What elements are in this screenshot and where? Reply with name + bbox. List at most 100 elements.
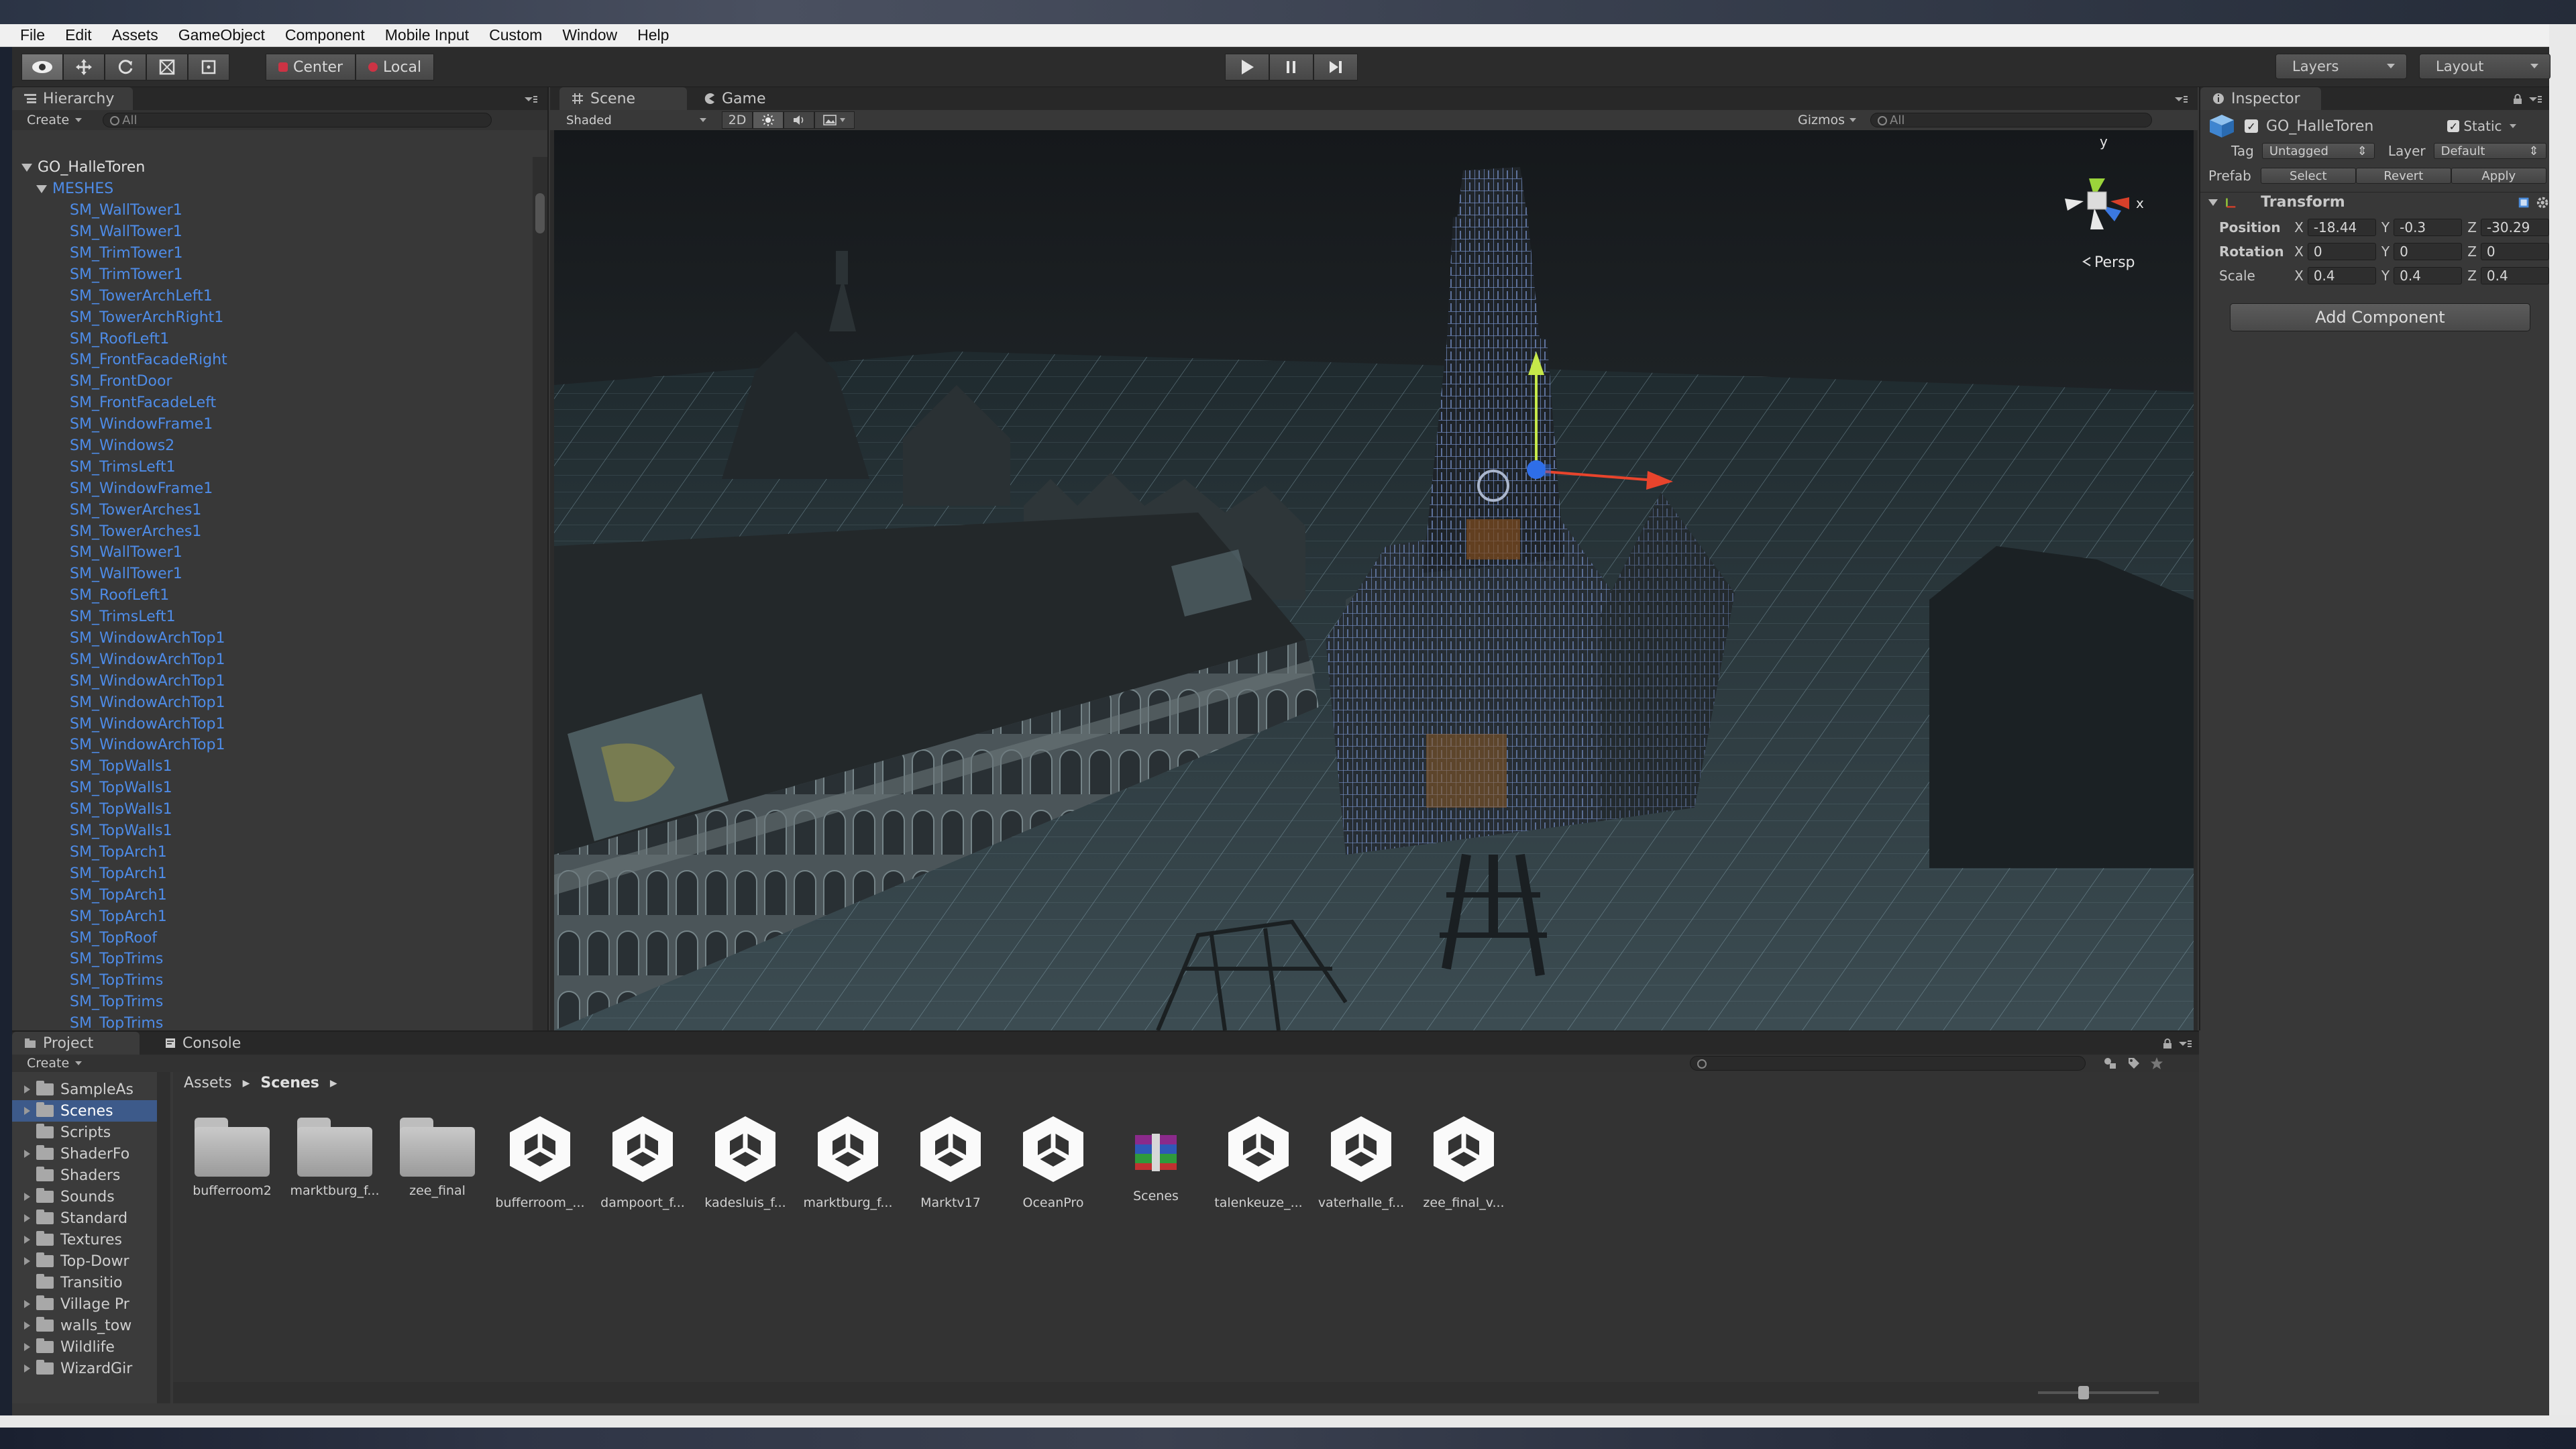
hierarchy-item[interactable]: SM_WallTower1 xyxy=(12,221,535,243)
hierarchy-item[interactable]: SM_TopRoof xyxy=(12,927,535,949)
breadcrumb-scenes[interactable]: Scenes xyxy=(260,1075,319,1091)
expand-triangle-icon[interactable] xyxy=(36,184,47,193)
tree-folder-8[interactable]: Top-Dowr xyxy=(12,1250,165,1272)
hierarchy-item[interactable]: SM_WindowFrame1 xyxy=(12,478,535,499)
tab-scene[interactable]: Scene xyxy=(559,87,687,110)
hierarchy-item[interactable]: SM_TowerArches1 xyxy=(12,499,535,521)
hierarchy-item[interactable]: SM_Windows2 xyxy=(12,435,535,457)
hierarchy-item[interactable]: SM_TrimTower1 xyxy=(12,264,535,285)
asset-scene[interactable]: zee_final_v... xyxy=(1413,1112,1515,1210)
tab-project[interactable]: Project xyxy=(12,1032,140,1055)
move-tool-button[interactable] xyxy=(63,54,105,80)
hierarchy-scrollbar[interactable] xyxy=(533,157,547,1095)
panel-menu-icon[interactable] xyxy=(2174,94,2188,105)
filter-by-label-icon[interactable] xyxy=(2127,1057,2141,1070)
expand-arrow-icon[interactable] xyxy=(24,1150,30,1158)
tab-hierarchy[interactable]: Hierarchy xyxy=(12,87,133,110)
rotation-y-field[interactable]: 0 xyxy=(2394,243,2463,260)
hierarchy-item[interactable]: SM_WindowArchTop1 xyxy=(12,670,535,692)
hierarchy-item[interactable]: SM_TopArch1 xyxy=(12,863,535,884)
hierarchy-item[interactable]: SM_FrontDoor xyxy=(12,371,535,392)
asset-folder[interactable]: bufferroom2 xyxy=(181,1112,283,1198)
hierarchy-item[interactable]: SM_TopWalls1 xyxy=(12,756,535,777)
prefab-revert-button[interactable]: Revert xyxy=(2355,168,2451,184)
asset-archive[interactable]: Scenes xyxy=(1105,1112,1207,1203)
asset-scene[interactable]: Marktv17 xyxy=(900,1112,1002,1210)
hierarchy-item[interactable]: SM_FrontFacadeLeft xyxy=(12,392,535,414)
tree-folder-5[interactable]: Sounds xyxy=(12,1186,165,1208)
position-x-field[interactable]: -18.44 xyxy=(2307,219,2376,236)
layer-dropdown[interactable]: Default ⇕ xyxy=(2433,143,2546,159)
rotation-z-field[interactable]: 0 xyxy=(2480,243,2550,260)
tab-console[interactable]: Console xyxy=(153,1032,280,1055)
hierarchy-create-button[interactable]: Create xyxy=(27,113,69,127)
hierarchy-item[interactable]: SM_TrimsLeft1 xyxy=(12,456,535,478)
tab-game[interactable]: Game xyxy=(691,87,798,110)
tree-folder-13[interactable]: WizardGir xyxy=(12,1358,165,1379)
rotation-x-field[interactable]: 0 xyxy=(2307,243,2376,260)
asset-scene[interactable]: kadesluis_f... xyxy=(694,1112,796,1210)
hierarchy-root-row[interactable]: GO_HalleToren xyxy=(12,157,535,178)
chevron-down-icon[interactable] xyxy=(2509,123,2517,129)
expand-arrow-icon[interactable] xyxy=(24,1107,30,1115)
tree-folder-4[interactable]: Shaders xyxy=(12,1165,165,1186)
toggle-2d-button[interactable]: 2D xyxy=(722,111,753,129)
asset-scene[interactable]: marktburg_f... xyxy=(797,1112,899,1210)
active-checkbox[interactable]: ✓ xyxy=(2245,119,2258,133)
position-z-field[interactable]: -30.29 xyxy=(2480,219,2550,236)
hierarchy-item[interactable]: SM_TopWalls1 xyxy=(12,777,535,799)
panel-menu-icon[interactable] xyxy=(523,94,538,105)
tree-folder-2[interactable]: Scripts xyxy=(12,1122,165,1143)
hierarchy-item[interactable]: SM_WindowFrame1 xyxy=(12,414,535,435)
scrollbar-thumb[interactable] xyxy=(535,193,545,233)
hierarchy-item[interactable]: SM_FrontFacadeRight xyxy=(12,350,535,371)
expand-arrow-icon[interactable] xyxy=(24,1214,30,1222)
filter-by-type-icon[interactable] xyxy=(2103,1057,2118,1070)
asset-folder[interactable]: marktburg_f... xyxy=(284,1112,386,1198)
expand-arrow-icon[interactable] xyxy=(24,1257,30,1265)
panel-menu-icon[interactable] xyxy=(2528,94,2542,105)
menu-custom[interactable]: Custom xyxy=(489,26,542,44)
asset-scene[interactable]: bufferroom_... xyxy=(489,1112,591,1210)
scene-audio-button[interactable] xyxy=(784,111,814,129)
gizmos-dropdown[interactable]: Gizmos xyxy=(1798,113,1857,127)
step-button[interactable] xyxy=(1313,54,1358,80)
menu-mobile-input[interactable]: Mobile Input xyxy=(385,26,469,44)
pivot-local-button[interactable]: Local xyxy=(356,54,435,80)
view-tool-button[interactable] xyxy=(21,54,63,80)
position-y-field[interactable]: -0.3 xyxy=(2394,219,2463,236)
hierarchy-item[interactable]: SM_TrimTower1 xyxy=(12,243,535,264)
hierarchy-item[interactable]: SM_TopArch1 xyxy=(12,842,535,863)
hierarchy-search-input[interactable]: All xyxy=(103,113,492,127)
object-name-field[interactable]: GO_HalleToren xyxy=(2266,118,2373,135)
tree-folder-7[interactable]: Textures xyxy=(12,1229,165,1250)
icon-size-slider[interactable] xyxy=(2038,1386,2159,1399)
expand-arrow-icon[interactable] xyxy=(24,1085,30,1093)
menu-window[interactable]: Window xyxy=(562,26,617,44)
scene-effects-dropdown[interactable] xyxy=(814,111,855,129)
tag-dropdown[interactable]: Untagged ⇕ xyxy=(2261,143,2375,159)
tree-folder-0[interactable]: SampleAs xyxy=(12,1079,165,1100)
hierarchy-item[interactable]: SM_TopWalls1 xyxy=(12,820,535,842)
breadcrumb-assets[interactable]: Assets xyxy=(184,1075,232,1091)
layers-dropdown[interactable]: Layers xyxy=(2275,54,2407,79)
asset-scene[interactable]: OceanPro xyxy=(1002,1112,1104,1210)
layout-dropdown[interactable]: Layout xyxy=(2419,54,2551,79)
menu-file[interactable]: File xyxy=(20,26,45,44)
scale-y-field[interactable]: 0.4 xyxy=(2394,267,2463,284)
prefab-apply-button[interactable]: Apply xyxy=(2451,168,2546,184)
hierarchy-item[interactable]: SM_WindowArchTop1 xyxy=(12,713,535,735)
tab-inspector[interactable]: Inspector xyxy=(2200,87,2321,110)
menu-gameobject[interactable]: GameObject xyxy=(178,26,265,44)
hierarchy-item[interactable]: SM_WindowArchTop1 xyxy=(12,735,535,756)
scale-x-field[interactable]: 0.4 xyxy=(2307,267,2376,284)
hierarchy-item[interactable]: SM_RoofLeft1 xyxy=(12,585,535,606)
scene-viewport[interactable]: y x Persp xyxy=(554,130,2194,1030)
scene-lighting-button[interactable] xyxy=(753,111,784,129)
transform-header[interactable]: Transform xyxy=(2200,192,2549,212)
lock-icon[interactable] xyxy=(2513,94,2522,105)
prefab-select-button[interactable]: Select xyxy=(2260,168,2356,184)
help-book-icon[interactable] xyxy=(2517,195,2530,210)
hierarchy-item[interactable]: SM_WallTower1 xyxy=(12,200,535,221)
expand-arrow-icon[interactable] xyxy=(24,1236,30,1244)
